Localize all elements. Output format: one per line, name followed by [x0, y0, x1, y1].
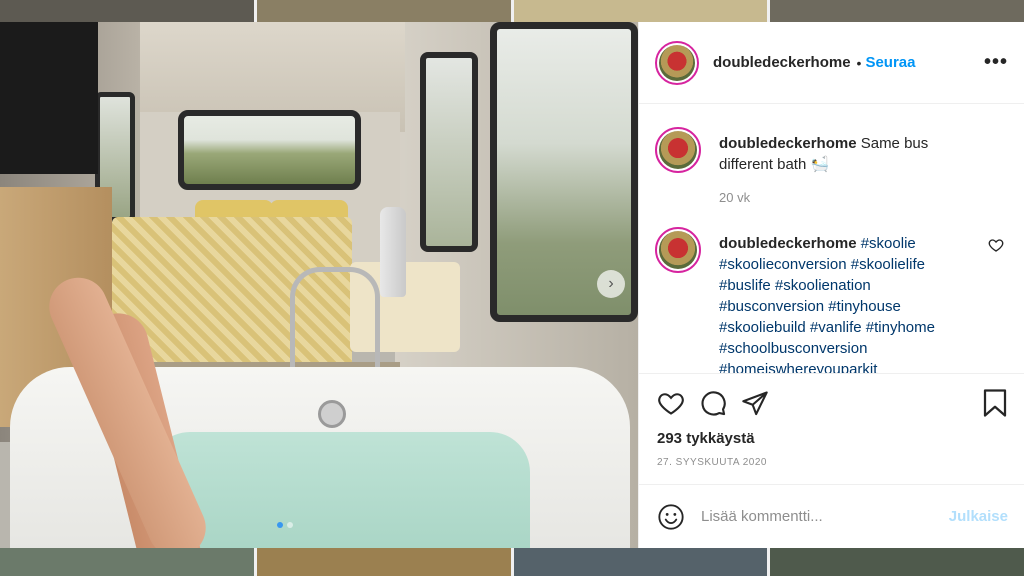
comment-username[interactable]: doubledeckerhome: [719, 235, 857, 252]
post-side-panel: doubledeckerhome • Seuraa ••• doubledeck…: [638, 22, 1024, 548]
action-icons: [657, 388, 1008, 418]
comment-username[interactable]: doubledeckerhome: [719, 135, 857, 152]
post-date: 27. SYYSKUUTA 2020: [657, 457, 767, 468]
emoji-icon[interactable]: [657, 503, 685, 531]
bookmark-icon[interactable]: [982, 388, 1008, 418]
carousel-dot-active: [277, 522, 283, 528]
post-modal: › doubledeckerhome • Seuraa ••• doublede…: [0, 22, 1024, 548]
carousel-dots: [277, 522, 293, 528]
heart-icon[interactable]: [657, 389, 685, 417]
comment-timestamp[interactable]: 20 vk: [719, 187, 959, 208]
post-header: doubledeckerhome • Seuraa •••: [639, 22, 1024, 104]
comment-icon[interactable]: [699, 389, 727, 417]
photo-tv: [0, 22, 98, 174]
chevron-right-icon: ›: [608, 275, 614, 292]
comment-input[interactable]: [701, 508, 931, 525]
post-photo[interactable]: ›: [0, 22, 638, 548]
more-options-icon[interactable]: •••: [984, 51, 1008, 74]
publish-button[interactable]: Julkaise: [949, 508, 1008, 525]
comments-list[interactable]: doubledeckerhome Same bus different bath…: [639, 105, 1024, 373]
separator-dot: •: [856, 54, 862, 71]
likes-count[interactable]: 293 tykkäystä: [657, 430, 1008, 447]
add-comment-bar: Julkaise: [639, 484, 1024, 548]
avatar[interactable]: [655, 127, 701, 173]
caption: doubledeckerhome Same bus different bath…: [639, 127, 1024, 208]
avatar[interactable]: [655, 227, 701, 273]
comment-item: doubledeckerhome #skoolie #skoolieconver…: [639, 227, 1024, 373]
photo-window-back: [178, 110, 361, 190]
share-icon[interactable]: [741, 389, 769, 417]
carousel-dot: [287, 522, 293, 528]
bath-emoji: 🛀: [810, 156, 830, 173]
like-comment-icon[interactable]: [988, 237, 1004, 253]
follow-button[interactable]: Seuraa: [865, 54, 915, 71]
background-grid-bottom: [0, 548, 1024, 576]
avatar[interactable]: [655, 40, 699, 85]
post-actions: 293 tykkäystä 27. SYYSKUUTA 2020: [639, 373, 1024, 468]
comment-hashtags[interactable]: #skoolie #skoolieconversion #skoolielife…: [719, 235, 935, 373]
carousel-next-button[interactable]: ›: [597, 270, 625, 298]
username-link[interactable]: doubledeckerhome: [713, 54, 851, 71]
background-grid-top: [0, 0, 1024, 22]
